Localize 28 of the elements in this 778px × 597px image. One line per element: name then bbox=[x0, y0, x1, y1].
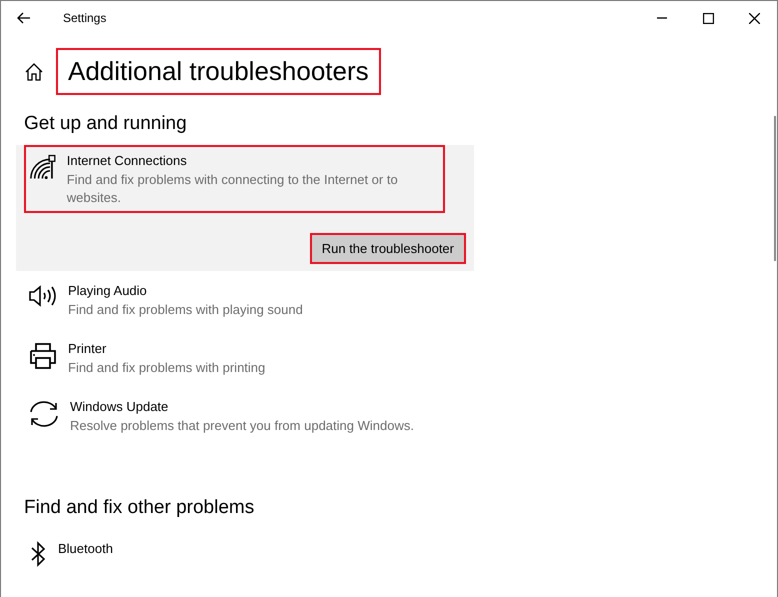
speaker-icon bbox=[28, 283, 58, 309]
back-icon[interactable] bbox=[17, 12, 31, 24]
item-name: Bluetooth bbox=[58, 541, 113, 556]
section-title: Get up and running bbox=[24, 113, 188, 135]
run-troubleshooter-button[interactable]: Run the troubleshooter bbox=[310, 233, 466, 264]
troubleshooter-item[interactable]: Bluetooth bbox=[24, 533, 445, 573]
troubleshooter-item[interactable]: Windows Update Resolve problems that prevent you from updating Windows. bbox=[24, 391, 445, 441]
troubleshooter-item[interactable]: Printer Find and fix problems with printing bbox=[24, 333, 445, 383]
item-name: Printer bbox=[68, 341, 108, 356]
printer-icon bbox=[28, 341, 58, 371]
troubleshooter-item[interactable]: Playing Audio Find and fix problems with playing sound bbox=[24, 275, 445, 325]
minimize-icon[interactable] bbox=[657, 17, 667, 19]
item-name: Internet Connections bbox=[66, 153, 188, 168]
close-icon[interactable] bbox=[748, 12, 760, 24]
home-icon[interactable] bbox=[24, 62, 44, 82]
item-description: Resolve problems that prevent you from updating Windows. bbox=[70, 417, 414, 435]
troubleshooter-item[interactable]: Internet Connections Find and fix problems with connecting to the Internet or to websites. bbox=[24, 145, 445, 213]
window-title: Settings bbox=[63, 11, 108, 25]
item-name: Playing Audio bbox=[68, 283, 148, 298]
scrollbar[interactable] bbox=[774, 116, 776, 261]
maximize-icon[interactable] bbox=[702, 12, 714, 24]
item-name: Windows Update bbox=[70, 399, 170, 414]
page-title: Additional troubleshooters bbox=[56, 48, 381, 95]
sync-icon bbox=[28, 399, 60, 429]
section-title: Find and fix other problems bbox=[24, 497, 256, 519]
item-description: Find and fix problems with connecting to the Internet or to websites. bbox=[66, 171, 399, 207]
item-description: Find and fix problems with printing bbox=[68, 359, 266, 377]
item-description: Find and fix problems with playing sound bbox=[68, 301, 303, 319]
